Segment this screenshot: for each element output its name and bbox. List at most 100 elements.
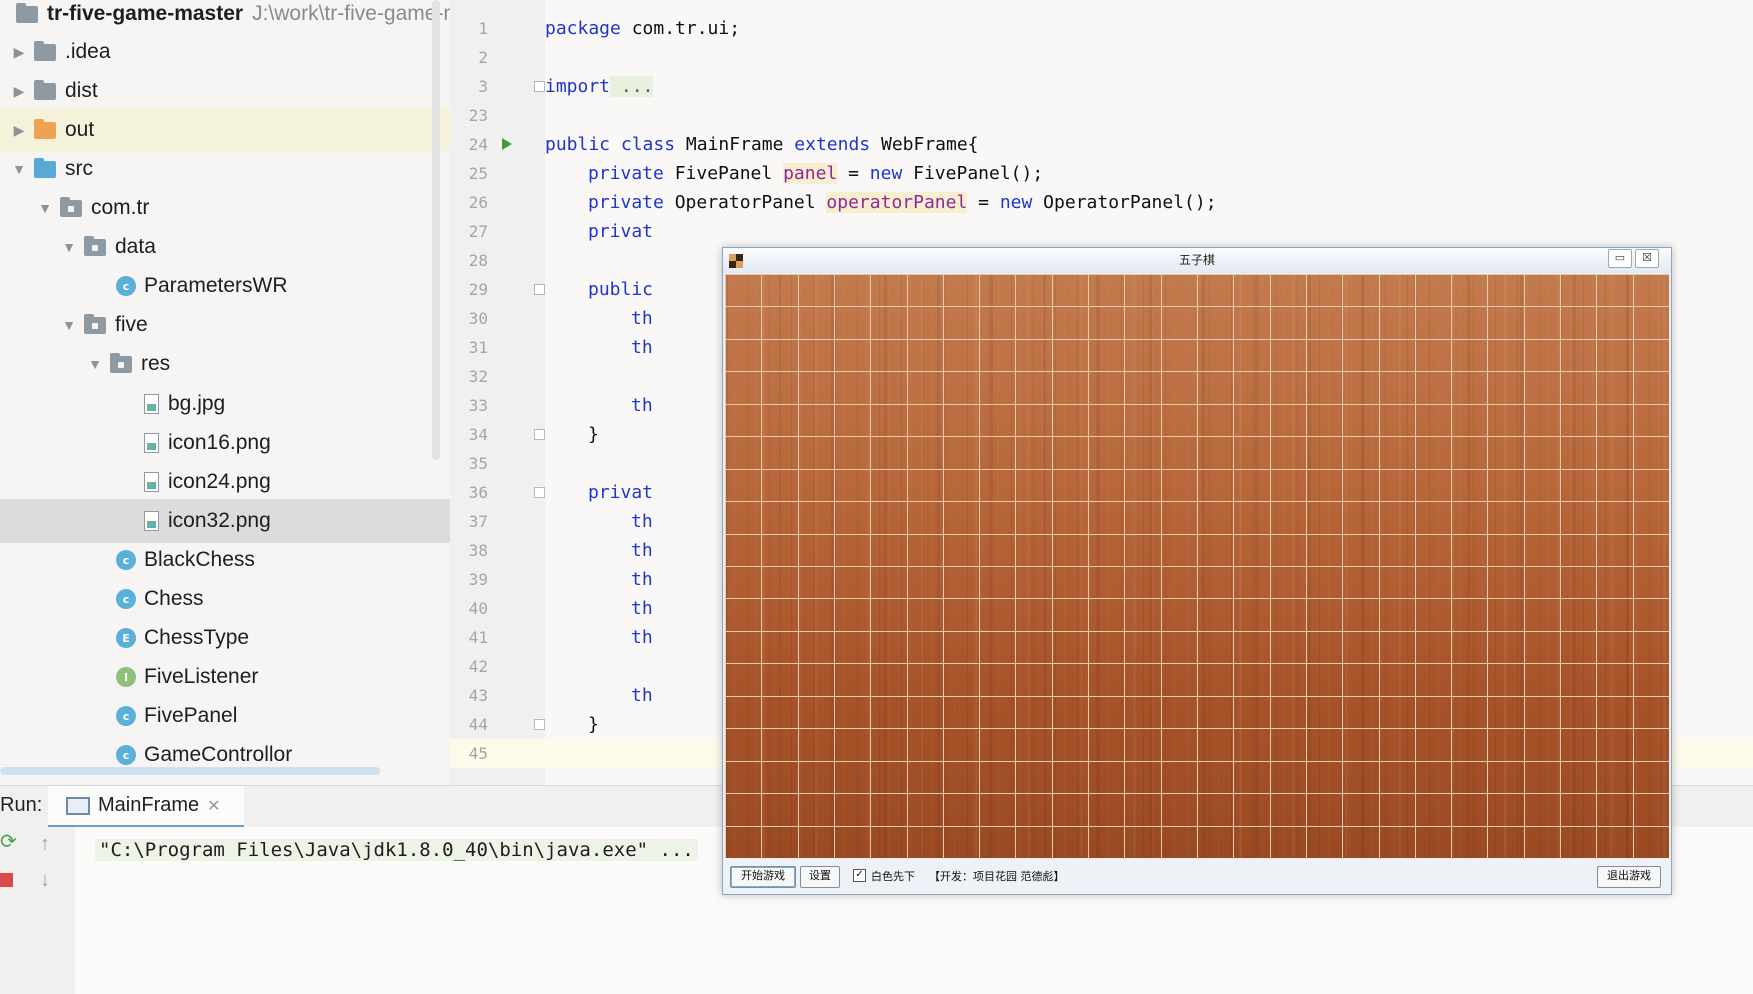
- code-text[interactable]: privat: [588, 217, 653, 246]
- tree-item-data[interactable]: ▼ data: [0, 225, 500, 269]
- line-number: 29: [468, 280, 488, 299]
- folder-icon: [34, 157, 56, 178]
- code-text[interactable]: th: [631, 391, 653, 420]
- code-text[interactable]: th: [631, 681, 653, 710]
- close-icon[interactable]: ✕: [207, 796, 220, 816]
- code-text[interactable]: th: [631, 536, 653, 565]
- code-text[interactable]: th: [631, 333, 653, 362]
- code-text[interactable]: private FivePanel panel = new FivePanel(…: [588, 159, 1043, 188]
- code-text[interactable]: th: [631, 507, 653, 536]
- tree-item-icon24[interactable]: icon24.png: [0, 460, 500, 504]
- expand-arrow-icon[interactable]: ▶: [8, 122, 30, 139]
- game-window-titlebar[interactable]: 五子棋 ▭ ☒: [723, 248, 1671, 273]
- fold-icon[interactable]: [534, 284, 545, 295]
- line-number: 32: [468, 367, 488, 386]
- exit-game-button[interactable]: 退出游戏: [1597, 866, 1661, 888]
- close-button[interactable]: ☒: [1635, 249, 1659, 268]
- fold-icon[interactable]: [534, 719, 545, 730]
- minimize-button[interactable]: ▭: [1608, 249, 1632, 268]
- line-number: 1: [478, 19, 488, 38]
- tree-item-parameterswr[interactable]: c ParametersWR: [0, 264, 500, 308]
- code-text[interactable]: public class MainFrame extends WebFrame{: [545, 130, 979, 159]
- package-icon: [110, 352, 132, 373]
- line-number: 24: [468, 135, 488, 154]
- code-text[interactable]: import ...: [545, 72, 654, 101]
- tree-item-fivepanel[interactable]: c FivePanel: [0, 694, 500, 738]
- fold-icon[interactable]: [534, 81, 545, 92]
- code-line: 2: [450, 43, 1753, 72]
- class-icon: c: [116, 276, 136, 296]
- start-game-button[interactable]: 开始游戏: [730, 866, 796, 888]
- folder-icon: [34, 40, 56, 61]
- code-text[interactable]: }: [588, 710, 599, 739]
- rerun-icon[interactable]: ⟳: [0, 829, 17, 854]
- console-toolbar: ⟳ ↑ ↓: [0, 827, 75, 994]
- run-tab-mainframe[interactable]: MainFrame ✕: [48, 786, 244, 828]
- collapse-arrow-icon[interactable]: ▼: [34, 200, 56, 216]
- arrow-up-icon[interactable]: ↑: [40, 833, 50, 856]
- code-line: 24 public class MainFrame extends WebFra…: [450, 130, 1753, 159]
- tree-item-icon16[interactable]: icon16.png: [0, 421, 500, 465]
- line-number: 23: [468, 106, 488, 125]
- line-number: 44: [468, 715, 488, 734]
- tree-horizontal-scrollbar[interactable]: [0, 767, 380, 775]
- tree-item-src[interactable]: ▼ src: [0, 147, 500, 191]
- tree-item-five[interactable]: ▼ five: [0, 303, 500, 347]
- expand-arrow-icon[interactable]: ▶: [8, 44, 30, 61]
- code-text[interactable]: th: [631, 565, 653, 594]
- tree-item-label: FivePanel: [144, 704, 238, 727]
- stop-icon[interactable]: [0, 873, 13, 887]
- white-first-checkbox[interactable]: ✓: [853, 869, 866, 882]
- tree-item-out[interactable]: ▶ out: [0, 108, 500, 152]
- tree-item-res[interactable]: ▼ res: [0, 342, 500, 386]
- gomoku-window[interactable]: 五子棋 ▭ ☒ 开始游戏 设置 ✓ 白色先下 【开发：项目花园 范德彪】 退出游…: [722, 247, 1672, 895]
- line-number: 41: [468, 628, 488, 647]
- tree-item-label: ChessType: [144, 626, 250, 649]
- game-board[interactable]: [725, 274, 1669, 858]
- line-number: 34: [468, 425, 488, 444]
- fold-icon[interactable]: [534, 429, 545, 440]
- tree-item-chess[interactable]: c Chess: [0, 577, 500, 621]
- tree-vertical-scrollbar[interactable]: [432, 0, 440, 460]
- code-text[interactable]: privat: [588, 478, 653, 507]
- tree-item-dist[interactable]: ▶ dist: [0, 69, 500, 113]
- line-number: 31: [468, 338, 488, 357]
- tree-item-label: GameControllor: [144, 743, 293, 766]
- tree-item-label: src: [65, 157, 93, 180]
- settings-button[interactable]: 设置: [800, 866, 840, 888]
- tree-item-label: icon24.png: [168, 470, 271, 493]
- tree-item-fivelistener[interactable]: I FiveListener: [0, 655, 500, 699]
- expand-arrow-icon[interactable]: ▶: [8, 83, 30, 100]
- collapse-arrow-icon[interactable]: ▼: [8, 161, 30, 177]
- tree-item-blackchess[interactable]: c BlackChess: [0, 538, 500, 582]
- tree-item-idea[interactable]: ▶ .idea: [0, 30, 500, 74]
- tree-item-label: icon32.png: [168, 509, 271, 532]
- folder-icon: [34, 118, 56, 139]
- line-number: 33: [468, 396, 488, 415]
- run-label: Run:: [0, 794, 43, 816]
- code-text[interactable]: th: [631, 623, 653, 652]
- code-text[interactable]: package com.tr.ui;: [545, 14, 740, 43]
- image-file-icon: [144, 433, 159, 453]
- tree-item-com-tr[interactable]: ▼ com.tr: [0, 186, 500, 230]
- collapse-arrow-icon[interactable]: ▼: [84, 356, 106, 372]
- tree-item-label: BlackChess: [144, 548, 255, 571]
- code-text[interactable]: th: [631, 304, 653, 333]
- collapse-arrow-icon[interactable]: ▼: [58, 239, 80, 255]
- tree-item-label: .idea: [65, 40, 111, 63]
- tree-item-label: Chess: [144, 587, 204, 610]
- tree-item-bg-jpg[interactable]: bg.jpg: [0, 382, 500, 426]
- line-number: 30: [468, 309, 488, 328]
- fold-icon[interactable]: [534, 487, 545, 498]
- code-text[interactable]: }: [588, 420, 599, 449]
- collapse-arrow-icon[interactable]: ▼: [58, 317, 80, 333]
- code-text[interactable]: public: [588, 275, 653, 304]
- line-number: 43: [468, 686, 488, 705]
- arrow-down-icon[interactable]: ↓: [40, 869, 50, 892]
- tree-item-chesstype[interactable]: E ChessType: [0, 616, 500, 660]
- tree-item-label: ParametersWR: [144, 274, 288, 297]
- code-text[interactable]: private OperatorPanel operatorPanel = ne…: [588, 188, 1217, 217]
- tree-item-icon32[interactable]: icon32.png: [0, 499, 500, 543]
- code-text[interactable]: th: [631, 594, 653, 623]
- run-gutter-icon[interactable]: [502, 138, 512, 150]
